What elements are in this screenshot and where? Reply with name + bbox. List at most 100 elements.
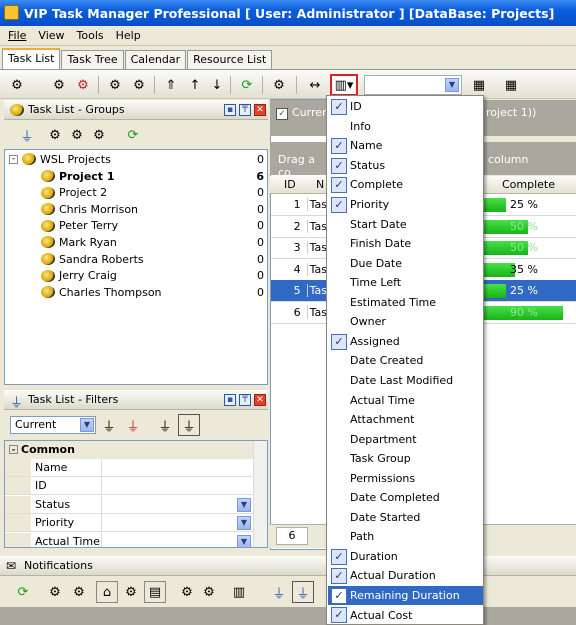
apply-filter-icon[interactable]: ⏚ (178, 414, 200, 436)
column-menu-item[interactable]: ✓ Remaining Duration (328, 585, 483, 606)
column-menu-item[interactable]: ✓ Duration (328, 547, 483, 567)
filters-scrollbar[interactable] (253, 441, 267, 547)
chevron-down-icon[interactable]: ▼ (237, 534, 251, 547)
tree-item[interactable]: Project 20 (41, 185, 267, 201)
tree-item[interactable]: Mark Ryan 0 (41, 234, 267, 250)
col-complete[interactable]: Complete (502, 178, 555, 191)
paste-task-icon[interactable]: ⚙ (128, 74, 150, 96)
column-menu-item[interactable]: ✓ Complete (328, 175, 483, 195)
move-down-icon[interactable]: ↓ (206, 74, 228, 96)
copy-task-icon[interactable]: ⚙ (104, 74, 126, 96)
filter-property-row[interactable]: ID (5, 477, 253, 496)
close-icon[interactable]: ✕ (254, 394, 266, 406)
column-menu-item[interactable]: Finish Date (328, 234, 483, 254)
filter-apply-icon[interactable]: ⏚ (292, 581, 314, 603)
close-icon[interactable]: ✕ (254, 104, 266, 116)
menu-help[interactable]: Help (116, 29, 141, 42)
menu-file[interactable]: File (8, 29, 26, 42)
filter-property-row[interactable]: Status ▼ (5, 495, 253, 514)
complete-cell[interactable]: 50 % (484, 216, 576, 238)
column-menu-item[interactable]: Owner (328, 312, 483, 332)
column-menu-item[interactable]: Date Last Modified (328, 371, 483, 391)
column-menu-item[interactable]: Task Group (328, 449, 483, 469)
complete-cell[interactable]: 25 % (484, 194, 576, 216)
edit-group-icon[interactable]: ⚙ (66, 124, 88, 146)
column-menu-item[interactable]: ✓ Status (328, 156, 483, 176)
home-icon[interactable]: ⌂ (96, 581, 118, 603)
delete-task-icon[interactable]: ⚙ (72, 74, 94, 96)
edit-task-icon[interactable]: ⚙ (48, 74, 70, 96)
export-icon[interactable]: ▦ (500, 74, 522, 96)
col-id[interactable]: ID (284, 178, 296, 191)
reminder-icon[interactable]: ⚙ (268, 74, 290, 96)
table-row[interactable]: 4 Tas (271, 259, 327, 281)
tree-item[interactable]: Peter Terry 0 (41, 218, 267, 234)
remove-filter-icon[interactable]: ⏚ (122, 414, 144, 436)
complete-cell[interactable]: 50 % (484, 237, 576, 259)
filter-property-row[interactable]: Priority ▼ (5, 514, 253, 533)
menu-view[interactable]: View (38, 29, 64, 42)
column-menu-item[interactable]: Department (328, 429, 483, 449)
table-row[interactable]: 3 Tas (271, 237, 327, 259)
column-menu-item[interactable]: Start Date (328, 214, 483, 234)
column-menu-item[interactable]: Date Started (328, 508, 483, 528)
tab-calendar[interactable]: Calendar (124, 50, 187, 69)
chevron-down-icon[interactable]: ▼ (237, 516, 251, 531)
tree-item[interactable]: Sandra Roberts 0 (41, 251, 267, 267)
tree-item[interactable]: Jerry Craig 0 (41, 268, 267, 284)
tab-resource-list[interactable]: Resource List (187, 50, 273, 69)
clear-filter-icon[interactable]: ⏚ (154, 414, 176, 436)
column-menu-item[interactable]: ✓ Priority (328, 195, 483, 215)
user-icon[interactable]: ⚙ (198, 581, 220, 603)
section-common[interactable]: - Common (5, 441, 253, 459)
table-row[interactable]: 1 Tas (271, 194, 327, 216)
settings-icon[interactable]: ⚙ (120, 581, 142, 603)
add-filter-icon[interactable]: ⏚ (98, 414, 120, 436)
layout-icon[interactable]: ▥ (228, 581, 250, 603)
column-menu-item[interactable]: Date Completed (328, 488, 483, 508)
column-menu-item[interactable]: ✓ Actual Duration (328, 566, 483, 586)
refresh-icon[interactable]: ⟳ (236, 74, 258, 96)
new-task-icon[interactable]: ⚙ (6, 74, 28, 96)
table-row[interactable]: 2 Tas (271, 216, 327, 238)
table-row[interactable]: 6 Tas (271, 302, 327, 324)
column-menu-item[interactable]: Info (328, 117, 483, 137)
tree-root[interactable]: - WSL Projects 0 (9, 151, 267, 167)
pin-icon[interactable]: ₸ (239, 104, 251, 116)
filter-icon[interactable]: ⏚ (268, 581, 290, 603)
complete-cell[interactable]: 25 % (484, 280, 576, 302)
pin-icon[interactable]: ₸ (239, 394, 251, 406)
tree-item[interactable]: Project 16 (41, 168, 267, 184)
delete-group-icon[interactable]: ⚙ (88, 124, 110, 146)
move-up-icon[interactable]: ↑ (184, 74, 206, 96)
tree-item[interactable]: Charles Thompson 0 (41, 284, 267, 300)
refresh-icon[interactable]: ⟳ (12, 581, 34, 603)
tab-task-list[interactable]: Task List (2, 48, 61, 69)
column-menu-item[interactable]: Date Created (328, 351, 483, 371)
column-menu-item[interactable]: Attachment (328, 410, 483, 430)
complete-cell[interactable]: 35 % (484, 259, 576, 281)
column-menu-item[interactable]: Estimated Time (328, 293, 483, 313)
minimize-icon[interactable]: ▪ (224, 104, 236, 116)
column-menu-item[interactable]: ✓ Name (328, 136, 483, 156)
tab-task-tree[interactable]: Task Tree (61, 50, 124, 69)
view-icon[interactable]: ⚙ (44, 581, 66, 603)
task-icon[interactable]: ⚙ (176, 581, 198, 603)
column-menu-item[interactable]: Actual Time (328, 390, 483, 410)
column-menu-item[interactable]: Path (328, 527, 483, 547)
menu-tools[interactable]: Tools (77, 29, 104, 42)
column-menu-item[interactable]: ✓ Actual Cost (328, 605, 483, 625)
filter-property-row[interactable]: Name (5, 459, 253, 477)
refresh-groups-icon[interactable]: ⟳ (122, 124, 144, 146)
chevron-down-icon[interactable]: ▼ (237, 497, 251, 512)
column-menu-item[interactable]: Permissions (328, 468, 483, 488)
notes-icon[interactable]: ▤ (144, 581, 166, 603)
filter-property-row[interactable]: Actual Time ▼ (5, 532, 253, 547)
filter-select[interactable]: Current ▼ (10, 416, 96, 434)
mark-read-icon[interactable]: ⚙ (68, 581, 90, 603)
current-checkbox[interactable]: ✓ (276, 108, 288, 120)
move-top-icon[interactable]: ⇑ (160, 74, 182, 96)
column-menu-item[interactable]: ✓ ID (328, 97, 483, 117)
col-name[interactable]: N (316, 178, 324, 191)
toolbar-combo[interactable]: ▼ (364, 75, 462, 95)
